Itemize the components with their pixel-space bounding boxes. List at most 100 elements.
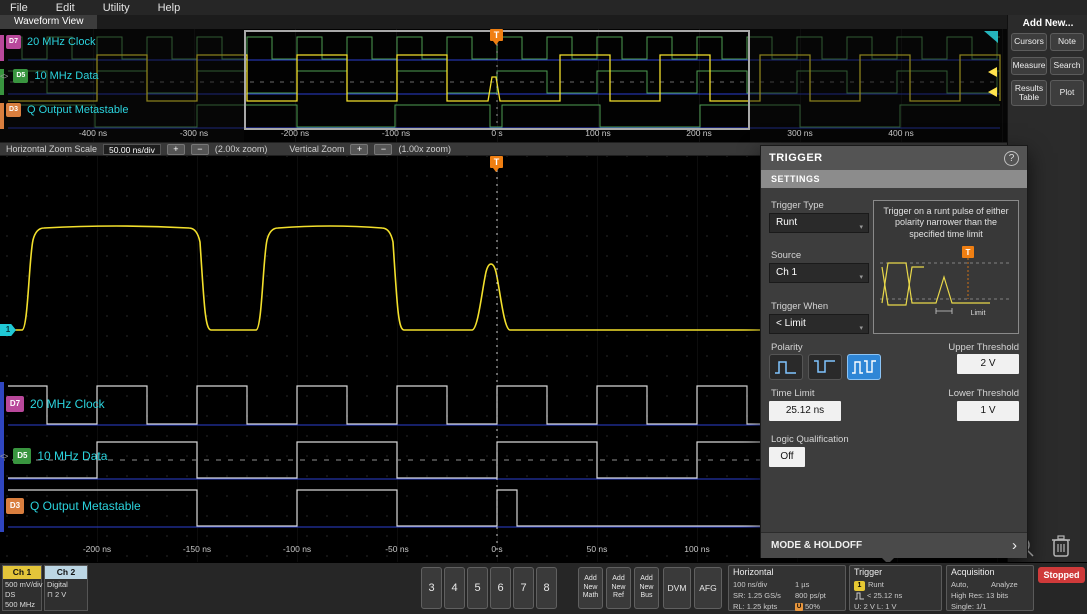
trigger-description-text: Trigger on a runt pulse of either polari… xyxy=(883,206,1009,239)
mode-holdoff-section[interactable]: MODE & HOLDOFF › xyxy=(761,532,1027,558)
horizontal-window: 1 µs xyxy=(795,580,810,589)
chevron-down-icon: ▾ xyxy=(859,224,863,231)
channel-badge-d7[interactable]: D7 xyxy=(6,35,21,49)
lower-threshold-arrow-icon[interactable] xyxy=(988,87,997,97)
menu-file[interactable]: File xyxy=(10,2,28,14)
horizontal-title: Horizontal xyxy=(733,567,774,577)
run-stop-status-button[interactable]: Stopped xyxy=(1038,567,1085,583)
trigger-position-marker-main[interactable]: T xyxy=(490,156,503,172)
time-limit-input[interactable]: 25.12 ns xyxy=(769,401,841,421)
logic-qualification-toggle[interactable]: Off xyxy=(769,447,805,467)
ch8-button[interactable]: 8 xyxy=(536,567,557,609)
menu-utility[interactable]: Utility xyxy=(103,2,130,14)
runt-pulse-icon xyxy=(855,592,864,600)
overview-axis-tick: -100 ns xyxy=(381,128,411,138)
overview-axis-tick: -200 ns xyxy=(280,128,310,138)
trash-icon[interactable] xyxy=(1046,531,1076,566)
upper-threshold-input[interactable]: 2 V xyxy=(957,354,1019,374)
acquisition-title: Acquisition xyxy=(951,567,995,577)
acquisition-analyze: Analyze xyxy=(991,580,1018,589)
afg-button[interactable]: AFG xyxy=(694,567,722,609)
lower-threshold-input[interactable]: 1 V xyxy=(957,401,1019,421)
overview-axis-tick: 0 s xyxy=(491,128,503,138)
channel-label-d5[interactable]: 10 MHz Data xyxy=(34,70,98,82)
channel-label-d5-main[interactable]: 10 MHz Data xyxy=(37,449,107,463)
upper-threshold-arrow-icon[interactable] xyxy=(988,67,997,77)
search-button[interactable]: Search xyxy=(1050,57,1084,75)
channel-drag-handle-icon[interactable]: <> xyxy=(0,452,8,461)
add-new-math-button[interactable]: Add New Math xyxy=(578,567,603,609)
overview-waveform-strip[interactable]: T D7 20 MHz Clock <> D5 10 MHz Data D3 Q… xyxy=(0,29,1007,142)
ch6-button[interactable]: 6 xyxy=(490,567,511,609)
ch2-mode: Digital xyxy=(47,580,68,589)
help-icon[interactable]: ? xyxy=(1004,150,1019,166)
horizontal-zoom-scale-value[interactable]: 50.00 ns/div xyxy=(103,143,161,155)
trigger-source-icon: 1 xyxy=(854,581,865,591)
main-axis-tick: 0 s xyxy=(491,544,503,554)
overview-axis-tick: 300 ns xyxy=(787,128,813,138)
trigger-panel-header[interactable]: TRIGGER ? xyxy=(761,146,1027,170)
ch2-threshold: 2 V xyxy=(54,590,67,599)
vzoom-plus-button[interactable]: + xyxy=(350,143,369,155)
bottom-status-bar: Ch 1 500 mV/div DS 500 MHz Ch 2 Digital … xyxy=(0,562,1087,614)
dvm-button[interactable]: DVM xyxy=(663,567,691,609)
overview-axis-tick: -300 ns xyxy=(179,128,209,138)
horizontal-zoom-scale-label: Horizontal Zoom Scale xyxy=(6,144,98,154)
settings-section-header: SETTINGS xyxy=(761,170,1027,188)
hzoom-plus-button[interactable]: + xyxy=(166,143,185,155)
ch1-bandwidth: 500 MHz xyxy=(5,600,36,609)
source-dropdown[interactable]: Ch 1 ▾ xyxy=(769,263,869,283)
tab-waveform-view[interactable]: Waveform View xyxy=(0,15,98,29)
trigger-when-dropdown[interactable]: < Limit ▾ xyxy=(769,314,869,334)
menu-help[interactable]: Help xyxy=(158,2,181,14)
trigger-badge[interactable]: Trigger 1 Runt < 25.12 ns U: 2 V L: 1 V xyxy=(849,565,942,611)
hzoom-minus-button[interactable]: − xyxy=(190,143,209,155)
channel-badge-d3[interactable]: D3 xyxy=(6,103,21,117)
channel-badge-d5-main[interactable]: D5 xyxy=(13,448,32,464)
position-icon: U xyxy=(795,603,803,612)
add-new-ref-button[interactable]: Add New Ref xyxy=(606,567,631,609)
channel-label-d7[interactable]: 20 MHz Clock xyxy=(27,36,95,48)
plot-button[interactable]: Plot xyxy=(1050,80,1084,106)
trigger-type-dropdown[interactable]: Runt ▾ xyxy=(769,213,869,233)
trigger-position-marker-overview[interactable]: T xyxy=(490,29,503,45)
channel-badge-d3-main[interactable]: D3 xyxy=(6,498,24,514)
note-button[interactable]: Note xyxy=(1050,33,1084,51)
add-new-bus-button[interactable]: Add New Bus xyxy=(634,567,659,609)
vzoom-minus-button[interactable]: − xyxy=(374,143,393,155)
trigger-source-type: 1 Runt xyxy=(854,580,884,591)
vertical-zoom-label: Vertical Zoom xyxy=(289,144,345,154)
runt-either-polarity-button[interactable] xyxy=(847,354,881,380)
lower-threshold-label: Lower Threshold xyxy=(948,388,1019,399)
chevron-down-icon: ▾ xyxy=(859,274,863,281)
measure-button[interactable]: Measure xyxy=(1011,57,1047,75)
channel-drag-handle-icon[interactable]: <> xyxy=(0,72,8,81)
horizontal-badge[interactable]: Horizontal 100 ns/div 1 µs SR: 1.25 GS/s… xyxy=(728,565,846,612)
ch4-button[interactable]: 4 xyxy=(444,567,465,609)
results-table-button[interactable]: Results Table xyxy=(1011,80,1047,106)
upper-threshold-label: Upper Threshold xyxy=(948,342,1019,353)
trigger-panel-title: TRIGGER xyxy=(769,152,823,164)
runt-positive-polarity-button[interactable] xyxy=(769,354,803,380)
ch1-badge[interactable]: Ch 1 500 mV/div DS 500 MHz xyxy=(2,565,43,611)
channel-label-d7-main[interactable]: 20 MHz Clock xyxy=(30,397,105,411)
horizontal-position: U 50% xyxy=(795,602,821,612)
zoom-selection-box[interactable] xyxy=(244,30,750,130)
cursors-button[interactable]: Cursors xyxy=(1011,33,1047,51)
main-axis-tick: -200 ns xyxy=(82,544,112,554)
channel-badge-d7-main[interactable]: D7 xyxy=(6,396,24,412)
svg-text:Limit: Limit xyxy=(971,310,986,317)
source-value: Ch 1 xyxy=(776,267,798,278)
channel-badge-d5[interactable]: D5 xyxy=(13,69,29,83)
main-axis-tick: -100 ns xyxy=(282,544,312,554)
ch1-badge-title: Ch 1 xyxy=(3,566,41,579)
ch2-badge[interactable]: Ch 2 Digital ⊓ 2 V xyxy=(44,565,88,611)
channel-label-d3[interactable]: Q Output Metastable xyxy=(27,104,129,116)
runt-negative-polarity-button[interactable] xyxy=(808,354,842,380)
ch7-button[interactable]: 7 xyxy=(513,567,534,609)
menu-edit[interactable]: Edit xyxy=(56,2,75,14)
ch5-button[interactable]: 5 xyxy=(467,567,488,609)
ch3-button[interactable]: 3 xyxy=(421,567,442,609)
channel-label-d3-main[interactable]: Q Output Metastable xyxy=(30,499,141,513)
acquisition-badge[interactable]: Acquisition Auto, Analyze High Res: 13 b… xyxy=(946,565,1034,611)
